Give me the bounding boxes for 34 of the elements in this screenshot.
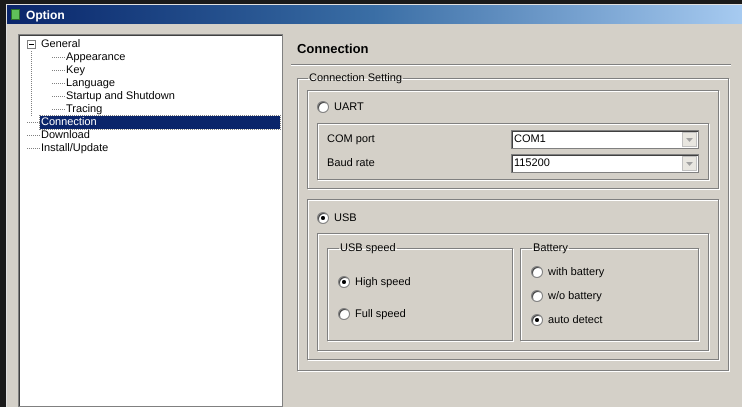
page-title: Connection bbox=[297, 42, 370, 55]
radio-button[interactable] bbox=[338, 276, 350, 288]
radio-label: with battery bbox=[548, 266, 604, 278]
radio-label: UART bbox=[334, 102, 364, 112]
radio-button[interactable] bbox=[531, 266, 543, 278]
tree-item[interactable]: Tracing bbox=[65, 103, 104, 116]
radio-label: USB bbox=[334, 212, 357, 224]
window-title: Option bbox=[26, 8, 65, 20]
radio-button[interactable] bbox=[317, 212, 329, 224]
dropdown-field[interactable]: 115200 bbox=[511, 154, 699, 173]
tree-item[interactable]: Language bbox=[65, 77, 116, 90]
window-icon bbox=[11, 9, 20, 20]
group-title: USB speed bbox=[339, 243, 397, 254]
collapse-toggle-icon[interactable] bbox=[27, 40, 36, 49]
radio-label: w/o battery bbox=[548, 290, 602, 302]
radio-label: auto detect bbox=[548, 314, 602, 326]
tree-item[interactable]: Startup and Shutdown bbox=[65, 90, 176, 103]
group-title: Connection Setting bbox=[308, 73, 403, 84]
tree-item[interactable]: General bbox=[40, 38, 82, 51]
field-label: COM port bbox=[327, 134, 375, 145]
dropdown-field[interactable]: COM1 bbox=[511, 130, 699, 149]
tree-item[interactable]: Connection bbox=[40, 116, 280, 129]
tree-item[interactable]: Install/Update bbox=[40, 142, 110, 155]
tree-item[interactable]: Key bbox=[65, 64, 86, 77]
tree-item[interactable]: Download bbox=[40, 129, 91, 142]
radio-button[interactable] bbox=[338, 308, 350, 320]
radio-label: High speed bbox=[355, 276, 411, 288]
radio-button[interactable] bbox=[531, 290, 543, 302]
field-label: Baud rate bbox=[327, 158, 375, 169]
radio-label: Full speed bbox=[355, 308, 406, 320]
radio-button[interactable] bbox=[531, 314, 543, 326]
tree-item[interactable]: Appearance bbox=[65, 51, 126, 64]
group-title: Battery bbox=[532, 243, 569, 254]
radio-button[interactable] bbox=[317, 101, 329, 113]
